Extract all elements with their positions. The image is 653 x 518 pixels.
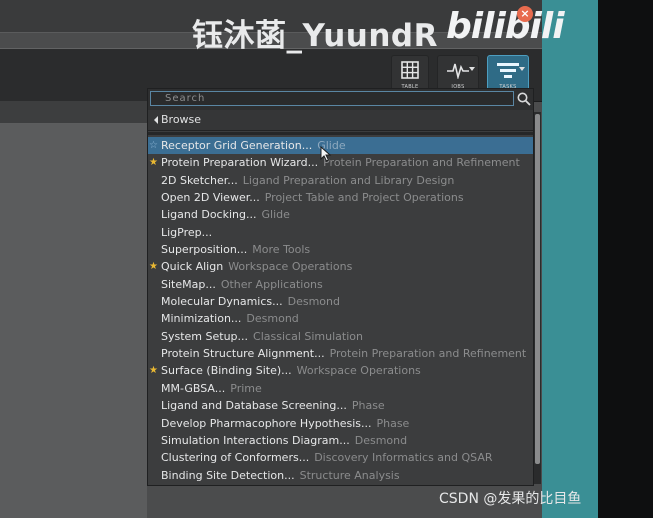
task-category: Phase [351, 399, 385, 413]
task-category: Desmond [354, 433, 408, 447]
task-item[interactable]: Develop Pharmacophore Hypothesis... Phase [148, 415, 533, 432]
star-icon[interactable]: ★ [149, 258, 158, 275]
task-name: System Setup... [161, 329, 249, 343]
task-category: Other Applications [220, 277, 323, 291]
task-name: Surface (Binding Site)... [161, 364, 292, 378]
task-name: Develop Pharmacophore Hypothesis... [161, 416, 372, 430]
search-bar [148, 89, 533, 110]
workspace-canvas[interactable] [0, 124, 147, 518]
chevron-left-icon [154, 115, 158, 124]
task-item[interactable]: System Setup... Classical Simulation [148, 328, 533, 345]
task-item[interactable]: ★ Surface (Binding Site)... Workspace Oper… [148, 362, 533, 379]
task-item[interactable]: Simulation Interactions Diagram... Desmon… [148, 432, 533, 449]
scrollbar-thumb[interactable] [535, 114, 540, 464]
background-margin [598, 0, 653, 518]
task-name: Superposition... [161, 243, 248, 257]
search-icon[interactable] [517, 92, 531, 106]
channel-watermark: 钰沐菡_YuundR [192, 18, 438, 54]
left-panel-header [0, 101, 147, 124]
star-icon[interactable]: ★ [149, 154, 158, 171]
task-item[interactable]: ★ Quick Align Workspace Operations [148, 258, 533, 275]
task-item[interactable]: Protein Structure Alignment... Protein Pr… [148, 345, 533, 362]
task-item[interactable]: SiteMap... Other Applications [148, 276, 533, 293]
task-item[interactable]: Clustering of Conformers... Discovery Inf… [148, 449, 533, 466]
task-name: Minimization... [161, 312, 242, 326]
task-item[interactable]: Binding Site Detection... Structure Analy… [148, 467, 533, 484]
background-panel [542, 0, 598, 518]
csdn-watermark: CSDN @发果的比目鱼 [439, 491, 582, 507]
close-icon[interactable]: × [517, 6, 533, 22]
browse-label: Browse [161, 113, 202, 126]
task-item[interactable]: Ligand Docking... Glide [148, 206, 533, 223]
task-popup-menu: Browse ☆Receptor Grid Generation...Glide… [147, 88, 534, 486]
task-name: Binding Site Detection... [161, 468, 295, 482]
star-icon[interactable]: ★ [149, 362, 158, 379]
chevron-down-icon [469, 67, 475, 71]
task-category: Phase [376, 416, 410, 430]
chevron-down-icon [519, 67, 525, 71]
task-category: Desmond [246, 312, 299, 326]
task-name: MM-GBSA... [161, 381, 226, 395]
task-item[interactable]: ☆ Receptor Grid Generation... Glide [148, 137, 533, 155]
task-name: Protein Structure Alignment... [161, 347, 325, 361]
star-outline-icon[interactable]: ☆ [149, 137, 158, 154]
task-name: Simulation Interactions Diagram... [161, 433, 350, 447]
task-name: Molecular Dynamics... [161, 295, 283, 309]
task-name: Ligand Docking... [161, 208, 257, 222]
list-divider [148, 132, 533, 135]
task-category: More Tools [252, 243, 311, 257]
task-name: Open 2D Viewer... [161, 191, 260, 205]
mouse-cursor-icon [320, 146, 332, 162]
browse-bar: Browse [148, 110, 533, 131]
task-item[interactable]: ★ Protein Preparation Wizard... Protein Pr… [148, 154, 533, 171]
tasks-list-icon [496, 59, 520, 81]
task-list-scrollbar[interactable] [534, 112, 541, 484]
task-category: Prime [230, 381, 262, 395]
bilibili-logo: bilibili [446, 6, 565, 47]
task-category: Protein Preparation and Refinement [329, 347, 527, 361]
task-list: ☆ Receptor Grid Generation... Glide ★ Protei… [148, 137, 533, 484]
task-category: Workspace Operations [296, 364, 421, 378]
task-name: Ligand and Database Screening... [161, 399, 347, 413]
task-category: Classical Simulation [253, 329, 363, 343]
task-item[interactable]: Ligand and Database Screening... Phase [148, 397, 533, 414]
task-category: Discovery Informatics and QSAR [314, 451, 493, 465]
task-name: Receptor Grid Generation... [161, 139, 313, 152]
task-name: Clustering of Conformers... [161, 451, 310, 465]
task-category: Desmond [287, 295, 340, 309]
task-item[interactable]: Minimization... Desmond [148, 310, 533, 327]
task-item[interactable]: MM-GBSA... Prime [148, 380, 533, 397]
task-name: SiteMap... [161, 277, 216, 291]
table-grid-icon [401, 59, 419, 81]
task-category: Workspace Operations [228, 260, 353, 274]
task-item[interactable]: Molecular Dynamics... Desmond [148, 293, 533, 310]
task-category: Protein Preparation and Refinement [323, 156, 520, 170]
task-item[interactable]: Superposition... More Tools [148, 241, 533, 258]
search-input[interactable] [150, 91, 514, 106]
task-item[interactable]: Open 2D Viewer... Project Table and Proje… [148, 189, 533, 206]
task-item[interactable]: 2D Sketcher... Ligand Preparation and Lib… [148, 172, 533, 189]
task-name: LigPrep... [161, 225, 213, 239]
browse-button[interactable]: Browse [154, 113, 201, 126]
jobs-pulse-icon [446, 59, 470, 81]
task-category: Ligand Preparation and Library Design [242, 173, 455, 187]
task-category: Structure Analysis [299, 468, 400, 482]
task-item[interactable]: LigPrep... [148, 224, 533, 241]
task-category: Project Table and Project Operations [264, 191, 464, 205]
task-name: 2D Sketcher... [161, 173, 238, 187]
task-name: Quick Align [161, 260, 224, 274]
task-category: Glide [261, 208, 290, 222]
task-name: Protein Preparation Wizard... [161, 156, 319, 170]
